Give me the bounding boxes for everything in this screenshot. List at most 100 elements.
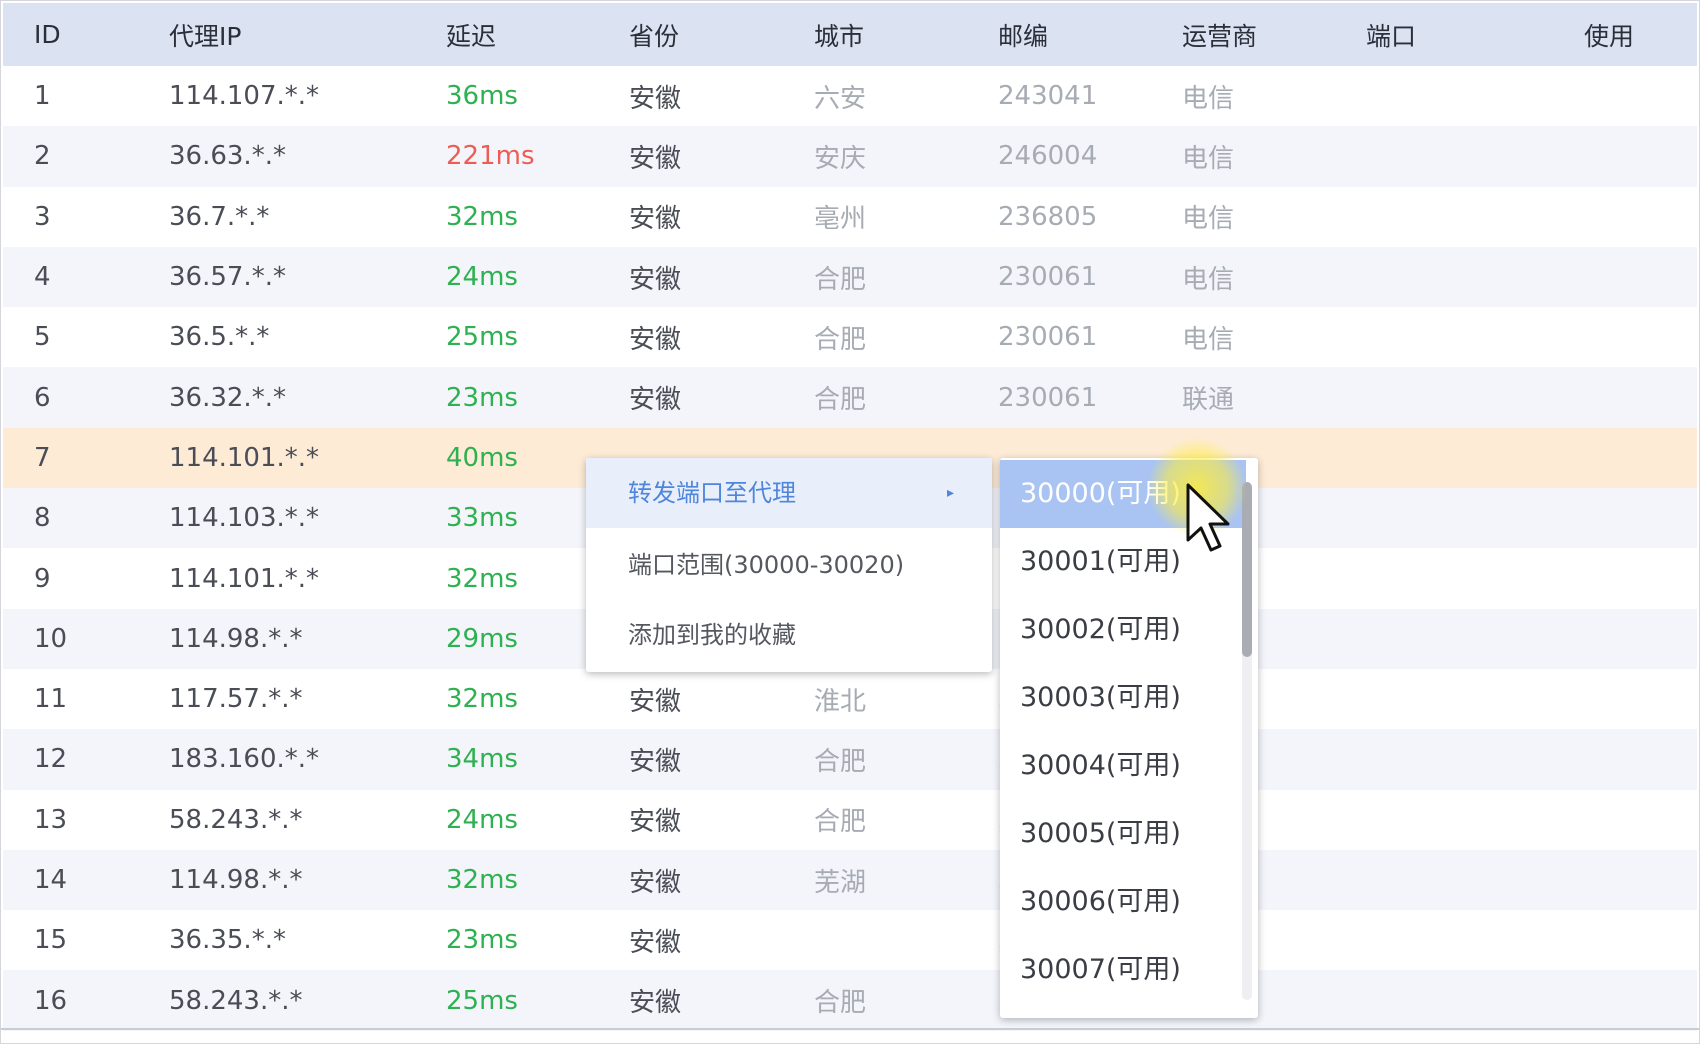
- port-option[interactable]: 30003(可用): [1000, 664, 1246, 732]
- port-option[interactable]: 30006(可用): [1000, 868, 1246, 936]
- column-header-use[interactable]: 使用: [1584, 3, 1697, 66]
- cell-zip: 230061: [998, 262, 1098, 293]
- menu-item-label: 转发端口至代理: [628, 479, 796, 507]
- cell-latency: 24ms: [446, 804, 518, 835]
- cell-use: [1584, 790, 1697, 850]
- cell-proxy-ip: 114.98.*.*: [169, 865, 303, 895]
- cell-city: 合肥: [814, 807, 867, 838]
- cell-city: 亳州: [814, 204, 867, 235]
- column-header-latency[interactable]: 延迟: [446, 3, 629, 66]
- cell-proxy-ip: 114.103.*.*: [169, 503, 320, 534]
- cell-isp: 电信: [1182, 264, 1235, 295]
- cell-id: 10: [34, 623, 68, 654]
- column-header-port[interactable]: 端口: [1366, 3, 1584, 66]
- table-row[interactable]: 1658.243.*.*25ms安徽合肥23: [3, 970, 1697, 1031]
- table-row[interactable]: 4 36.57.*.* 24ms 安徽 合肥 230061 电信: [3, 246, 1697, 308]
- cell-port: [1366, 729, 1584, 789]
- cell-province: 安徽: [629, 867, 682, 898]
- table-row[interactable]: 14114.98.*.*32ms安徽芜湖24: [3, 849, 1697, 911]
- cell-port: [1366, 910, 1584, 970]
- table-row[interactable]: 11117.57.*.*32ms安徽淮北23: [3, 668, 1697, 730]
- menu-item-add-favorite[interactable]: 添加到我的收藏: [586, 600, 992, 670]
- cell-proxy-ip: 114.101.*.*: [169, 563, 320, 594]
- cell-latency: 25ms: [446, 322, 518, 353]
- cell-isp: 电信: [1182, 324, 1235, 355]
- port-option[interactable]: 30001(可用): [1000, 528, 1246, 596]
- cell-province: 安徽: [629, 807, 682, 838]
- cell-zip: 246004: [998, 141, 1098, 172]
- cell-use: [1584, 609, 1697, 669]
- cell-proxy-ip: 36.63.*.*: [169, 141, 286, 172]
- menu-item-label: 添加到我的收藏: [628, 621, 796, 649]
- cell-isp: 电信: [1182, 83, 1235, 114]
- column-header-zip[interactable]: 邮编: [998, 3, 1182, 66]
- cell-city: 芜湖: [814, 867, 867, 898]
- port-option[interactable]: 30002(可用): [1000, 596, 1246, 664]
- cell-latency: 23ms: [446, 925, 518, 956]
- port-option[interactable]: 30004(可用): [1000, 732, 1246, 800]
- cell-province: 安徽: [629, 204, 682, 235]
- cell-isp: 联通: [1182, 385, 1235, 416]
- column-header-id[interactable]: ID: [3, 3, 169, 66]
- cell-latency: 32ms: [446, 684, 518, 715]
- port-option[interactable]: 30000(可用): [1000, 460, 1246, 528]
- cell-latency: 24ms: [446, 262, 518, 293]
- cell-use: [1584, 367, 1697, 427]
- submenu-scrollbar-thumb[interactable]: [1242, 482, 1252, 657]
- cell-use: [1584, 669, 1697, 729]
- cell-province: 安徽: [629, 927, 682, 958]
- menu-item-forward-port[interactable]: 转发端口至代理 ▸: [586, 458, 992, 528]
- table-row[interactable]: 1358.243.*.*24ms安徽合肥23: [3, 789, 1697, 850]
- cell-proxy-ip: 36.35.*.*: [169, 925, 286, 956]
- cell-latency: 25ms: [446, 985, 518, 1016]
- cell-city: 合肥: [814, 324, 867, 355]
- cell-city: 合肥: [814, 264, 867, 295]
- cell-province: 安徽: [629, 988, 682, 1019]
- table-row[interactable]: 6 36.32.*.* 23ms 安徽 合肥 230061 联通: [3, 367, 1697, 428]
- cell-port: [1366, 367, 1584, 427]
- port-option[interactable]: 30005(可用): [1000, 800, 1246, 868]
- cell-id: 5: [34, 322, 51, 353]
- cell-id: 12: [34, 744, 68, 775]
- menu-item-port-range[interactable]: 端口范围(30000-30020): [586, 530, 992, 600]
- cell-proxy-ip: 58.243.*.*: [169, 985, 303, 1016]
- cell-id: 13: [34, 804, 68, 835]
- cell-use: [1584, 247, 1697, 307]
- cell-id: 1: [34, 81, 51, 112]
- cell-province: 安徽: [629, 324, 682, 355]
- cell-city: 合肥: [814, 746, 867, 777]
- table-row[interactable]: 1536.35.*.*23ms安徽24: [3, 910, 1697, 971]
- cell-latency: 32ms: [446, 201, 518, 232]
- cell-port: [1366, 790, 1584, 850]
- cell-port: [1366, 187, 1584, 247]
- cell-city: 淮北: [814, 686, 867, 717]
- column-header-proxy-ip[interactable]: 代理IP: [169, 3, 446, 66]
- table-row[interactable]: 12183.160.*.*34ms安徽合肥23: [3, 729, 1697, 790]
- cell-port: [1366, 247, 1584, 307]
- cell-city: 合肥: [814, 988, 867, 1019]
- table-header-row: ID 代理IP 延迟 省份 城市 邮编 运营商 端口 使用: [3, 3, 1697, 66]
- cell-id: 11: [34, 684, 68, 715]
- column-header-province[interactable]: 省份: [629, 3, 814, 66]
- table-row[interactable]: 1 114.107.*.* 36ms 安徽 六安 243041 电信: [3, 66, 1697, 127]
- cell-latency: 36ms: [446, 81, 518, 112]
- cell-use: [1584, 307, 1697, 367]
- cell-city: 安庆: [814, 143, 867, 174]
- cell-latency: 221ms: [446, 141, 535, 172]
- cell-id: 14: [34, 865, 68, 895]
- cell-id: 7: [34, 442, 51, 473]
- table-bottom-border: [1, 1028, 1699, 1030]
- column-header-isp[interactable]: 运营商: [1182, 3, 1366, 66]
- cell-port: [1366, 609, 1584, 669]
- port-submenu: 30000(可用) 30001(可用) 30002(可用) 30003(可用) …: [1000, 458, 1258, 1018]
- cell-id: 2: [34, 141, 51, 172]
- cell-use: [1584, 187, 1697, 247]
- port-option[interactable]: 30007(可用): [1000, 936, 1246, 1004]
- column-header-city[interactable]: 城市: [814, 3, 998, 66]
- table-row[interactable]: 5 36.5.*.* 25ms 安徽 合肥 230061 电信: [3, 307, 1697, 368]
- table-row[interactable]: 2 36.63.*.* 221ms 安徽 安庆 246004 电信: [3, 126, 1697, 187]
- table-row[interactable]: 3 36.7.*.* 32ms 安徽 亳州 236805 电信: [3, 186, 1697, 247]
- cell-proxy-ip: 114.101.*.*: [169, 442, 320, 473]
- cell-city: 合肥: [814, 385, 867, 416]
- cell-city: [814, 910, 998, 970]
